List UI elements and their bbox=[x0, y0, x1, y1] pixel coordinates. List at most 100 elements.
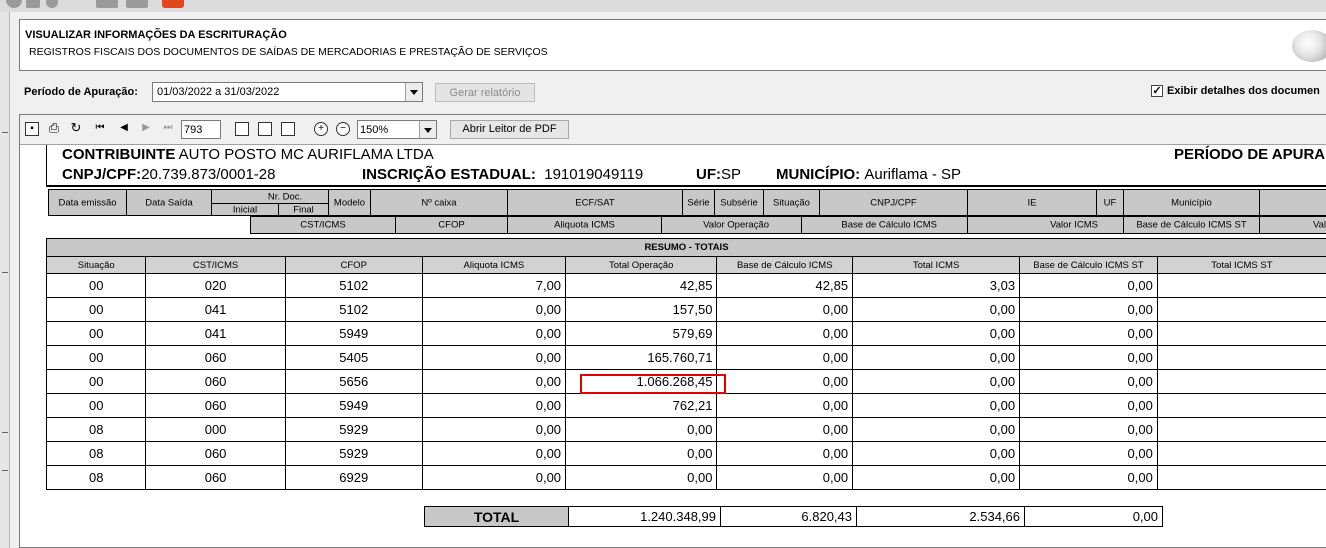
print-icon[interactable]: ⎙ bbox=[47, 121, 61, 136]
header-situacao: Situação bbox=[763, 189, 820, 216]
zoom-in-icon[interactable]: + bbox=[314, 122, 328, 136]
total-operacao-cell: 42,85 bbox=[565, 273, 718, 298]
chevron-down-icon[interactable] bbox=[419, 121, 436, 138]
aliquota-cell: 0,00 bbox=[421, 393, 567, 418]
situacao-cell: 00 bbox=[45, 297, 147, 322]
total-icms-st-cell bbox=[1156, 441, 1326, 466]
contributor-value: AUTO POSTO MC AURIFLAMA LTDA bbox=[178, 146, 434, 163]
page-number-input[interactable]: 793 bbox=[181, 120, 221, 139]
cfop-cell: 5929 bbox=[284, 441, 423, 466]
cst-cell: 000 bbox=[145, 417, 286, 442]
last-page-icon[interactable]: ⏭ bbox=[161, 122, 175, 136]
total-icms-st-cell bbox=[1156, 273, 1326, 298]
divider bbox=[46, 145, 47, 187]
total-base-calculo-st: 0,00 bbox=[1024, 506, 1163, 527]
cfop-cell: 5405 bbox=[284, 345, 423, 370]
base-calculo-st-cell: 0,00 bbox=[1019, 273, 1158, 298]
page-width-icon[interactable] bbox=[258, 122, 272, 136]
page-subtitle: REGISTROS FISCAIS DOS DOCUMENTOS DE SAÍD… bbox=[29, 46, 548, 58]
table-row: 00 060 5405 0,00 165.760,71 0,00 0,00 0,00 bbox=[45, 345, 1326, 370]
total-icms-cell: 0,00 bbox=[852, 393, 1021, 418]
base-calculo-st-cell: 0,00 bbox=[1019, 369, 1158, 394]
base-calculo-st-cell: 0,00 bbox=[1019, 441, 1158, 466]
next-page-icon[interactable]: ▶ bbox=[139, 122, 153, 136]
left-scroll-strip[interactable] bbox=[0, 12, 10, 548]
header-inicial: Inicial bbox=[211, 203, 279, 216]
column-header: Base de Cálculo ICMS ST bbox=[1019, 256, 1158, 274]
base-calculo-st-cell: 0,00 bbox=[1019, 321, 1158, 346]
chevron-down-icon[interactable] bbox=[405, 83, 422, 101]
database-icon[interactable] bbox=[6, 0, 22, 8]
refresh-icon[interactable]: ↻ bbox=[69, 121, 83, 136]
save-all-icon[interactable] bbox=[126, 0, 148, 8]
tool-icon[interactable] bbox=[46, 0, 58, 8]
header-label: CST/ICMS bbox=[300, 219, 346, 231]
aliquota-cell: 0,00 bbox=[421, 321, 567, 346]
divider bbox=[2, 470, 8, 471]
header-valor-truncated: Val bbox=[1259, 216, 1326, 234]
open-pdf-button[interactable]: Abrir Leitor de PDF bbox=[450, 120, 569, 139]
header-label: Série bbox=[687, 197, 710, 208]
highlight-box bbox=[580, 374, 726, 394]
aliquota-cell: 0,00 bbox=[421, 369, 567, 394]
previous-page-icon[interactable]: ◀ bbox=[117, 122, 131, 136]
zoom-out-icon[interactable]: − bbox=[336, 122, 350, 136]
single-page-icon[interactable] bbox=[235, 122, 249, 136]
situacao-cell: 00 bbox=[45, 393, 147, 418]
total-icms-cell: 0,00 bbox=[852, 441, 1021, 466]
table-row: 08 000 5929 0,00 0,00 0,00 0,00 0,00 bbox=[45, 417, 1326, 442]
header-valor-operacao: Valor Operação bbox=[661, 216, 802, 234]
header-cst-icms: CST/ICMS bbox=[250, 216, 396, 234]
first-page-icon[interactable]: ⏮ bbox=[93, 122, 107, 136]
column-header: Situação bbox=[45, 256, 147, 274]
cst-cell: 041 bbox=[145, 321, 286, 346]
save-icon[interactable] bbox=[96, 0, 118, 8]
header-final: Final bbox=[278, 203, 329, 216]
contributor-line: CONTRIBUINTE AUTO POSTO MC AURIFLAMA LTD… bbox=[62, 146, 434, 163]
header-modelo: Modelo bbox=[328, 189, 371, 216]
total-icms-cell: 0,00 bbox=[852, 345, 1021, 370]
header-valor-icms: Valor ICMS bbox=[967, 216, 1124, 234]
table-row: 08 060 5929 0,00 0,00 0,00 0,00 0,00 bbox=[45, 441, 1326, 466]
logo-icon bbox=[1292, 30, 1326, 62]
period-select[interactable]: 01/03/2022 a 31/03/2022 bbox=[152, 82, 423, 102]
total-icms-cell: 0,00 bbox=[852, 465, 1021, 490]
header-n-caixa: Nº caixa bbox=[370, 189, 508, 216]
cst-cell: 041 bbox=[145, 297, 286, 322]
cst-cell: 060 bbox=[145, 465, 286, 490]
total-operacao-cell: 579,69 bbox=[565, 321, 718, 346]
header-serie: Série bbox=[682, 189, 715, 216]
cst-cell: 020 bbox=[145, 273, 286, 298]
save-icon[interactable]: ▪ bbox=[25, 122, 39, 136]
show-details-checkbox[interactable]: ✓ bbox=[1151, 85, 1163, 97]
ie-label: INSCRIÇÃO ESTADUAL: bbox=[362, 166, 536, 183]
base-calculo-st-cell: 0,00 bbox=[1019, 345, 1158, 370]
generate-report-button[interactable]: Gerar relatório bbox=[435, 83, 535, 102]
header-label: Base de Cálculo ICMS ST bbox=[1136, 219, 1247, 231]
total-icms-st-cell bbox=[1156, 321, 1326, 346]
total-operacao-cell: 0,00 bbox=[565, 417, 718, 442]
total-operacao-cell: 762,21 bbox=[565, 393, 718, 418]
situacao-cell: 00 bbox=[45, 369, 147, 394]
situacao-cell: 00 bbox=[45, 321, 147, 346]
situacao-cell: 08 bbox=[45, 417, 147, 442]
header-label: Val bbox=[1312, 219, 1326, 231]
whole-page-icon[interactable] bbox=[281, 122, 295, 136]
uf-value: SP bbox=[721, 166, 742, 183]
total-operacao-cell: 0,00 bbox=[565, 441, 718, 466]
municipio-line: MUNICÍPIO: Auriflama - SP bbox=[776, 166, 961, 183]
cfop-cell: 5656 bbox=[284, 369, 423, 394]
base-calculo-st-cell: 0,00 bbox=[1019, 297, 1158, 322]
zoom-select[interactable]: 150% bbox=[357, 120, 437, 139]
header-ecf-sat: ECF/SAT bbox=[507, 189, 683, 216]
power-icon[interactable] bbox=[162, 0, 184, 8]
table-row: 08 060 6929 0,00 0,00 0,00 0,00 0,00 bbox=[45, 465, 1326, 490]
header-subserie: Subsérie bbox=[714, 189, 764, 216]
totals-table: TOTAL 1.240.348,99 6.820,43 2.534,66 0,0… bbox=[424, 506, 1163, 527]
cst-cell: 060 bbox=[145, 441, 286, 466]
header-label: Inicial bbox=[232, 204, 258, 215]
header-data-emissao: Data emissão bbox=[48, 189, 127, 216]
header-label: ECF/SAT bbox=[575, 197, 615, 208]
tool-icon[interactable] bbox=[26, 0, 40, 8]
total-icms-cell: 0,00 bbox=[852, 297, 1021, 322]
